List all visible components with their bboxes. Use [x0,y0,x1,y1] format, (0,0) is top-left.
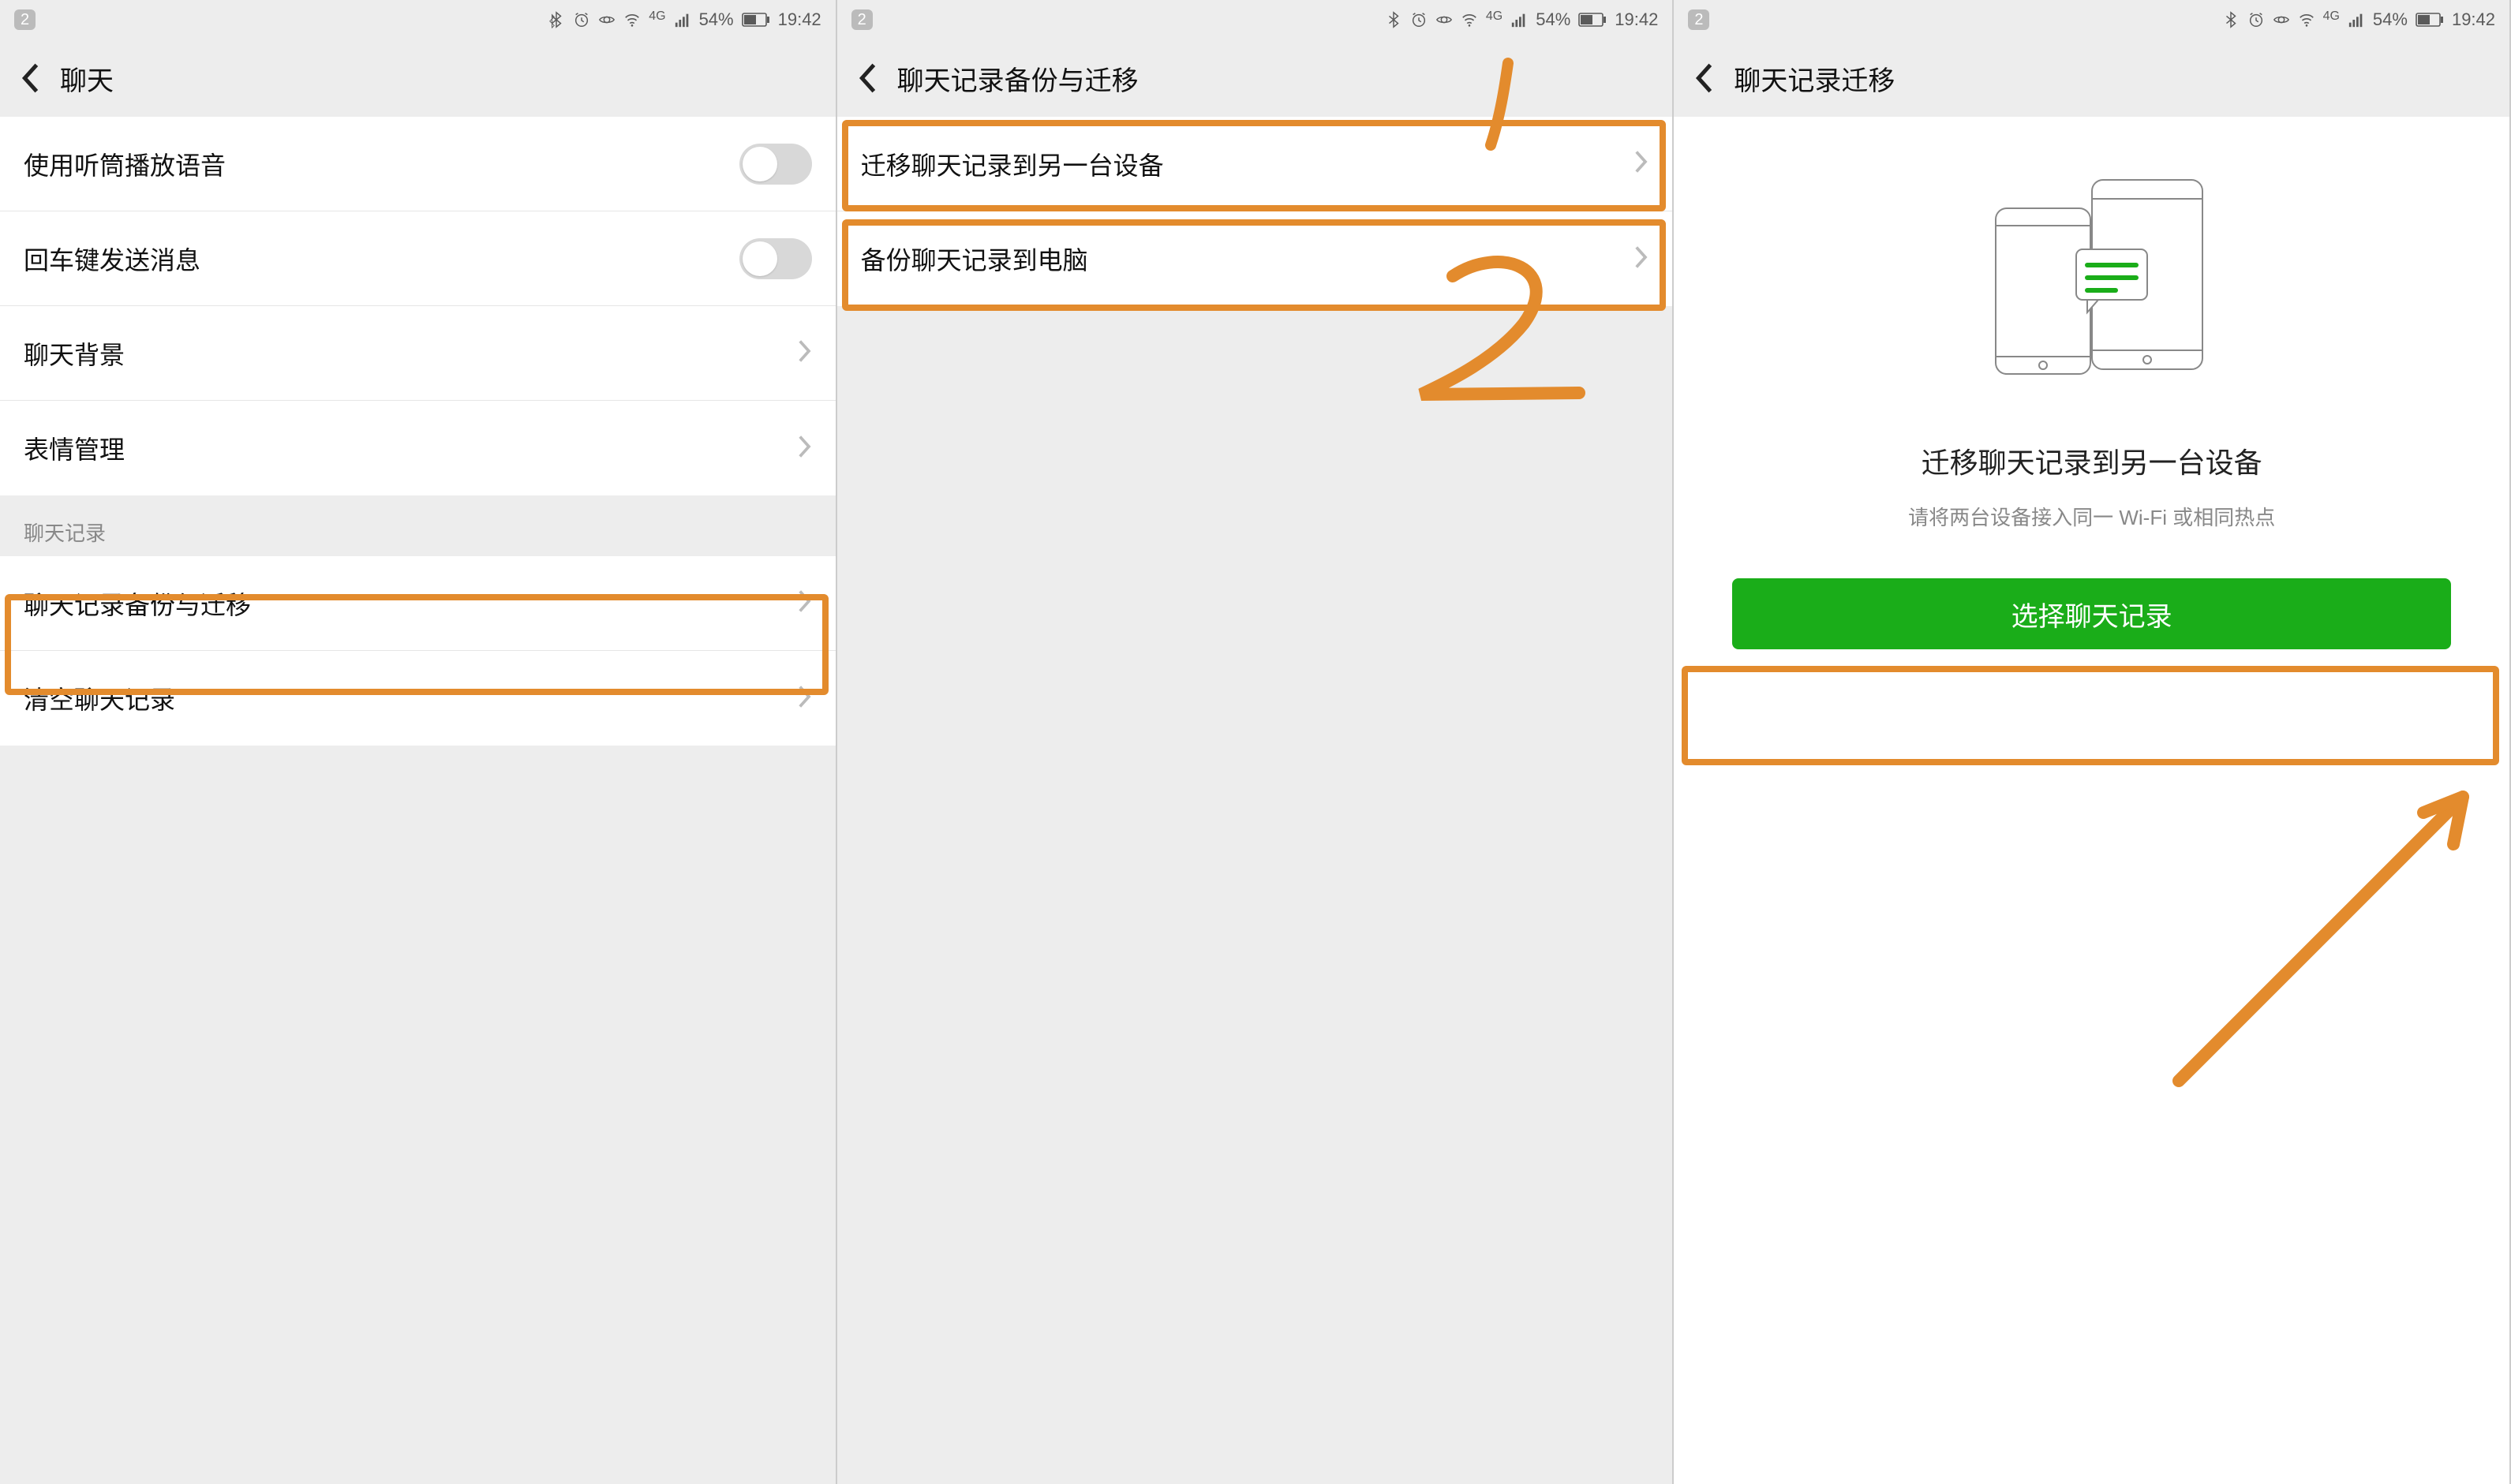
bluetooth-icon [548,11,565,28]
wifi-icon [623,11,641,28]
notification-count-badge: 2 [14,9,36,30]
back-button[interactable] [851,62,883,94]
two-phones-illustration-icon [1958,164,2226,385]
chevron-right-icon [798,589,812,617]
cell-label: 聊天记录备份与迁移 [24,585,251,622]
network-type-label: 4G [1486,9,1502,24]
status-bar: 2 4G 54% 19:42 [837,0,1673,39]
screen-chat-settings: 2 4G 54% 19:42 聊天 使用听筒播放语音 回车键发送消息 [0,0,837,1484]
toggle-switch[interactable] [739,238,812,279]
signal-icon [674,11,691,28]
chevron-right-icon [798,435,812,462]
back-button[interactable] [1688,62,1720,94]
signal-icon [1510,11,1528,28]
chevron-right-icon [798,685,812,712]
network-type-label: 4G [649,9,665,24]
network-type-label: 4G [2323,9,2340,24]
page-title: 聊天记录备份与迁移 [897,59,1139,98]
clock-time: 19:42 [778,9,821,30]
alarm-icon [2247,11,2265,28]
alarm-icon [573,11,590,28]
status-bar: 2 4G 54% 19:42 [1674,0,2509,39]
battery-percent: 54% [699,9,734,30]
chevron-right-icon [1634,245,1648,273]
cell-label: 使用听筒播放语音 [24,146,226,182]
nav-bar: 聊天记录迁移 [1674,39,2509,117]
migrate-subtext: 请将两台设备接入同一 Wi-Fi 或相同热点 [1908,502,2275,531]
settings-group-2: 聊天记录备份与迁移 清空聊天记录 [0,556,836,746]
battery-icon [742,12,770,28]
chevron-left-icon [1693,62,1714,94]
cell-label: 表情管理 [24,430,125,466]
setting-backup-migrate[interactable]: 聊天记录备份与迁移 [0,556,836,651]
cell-label: 聊天背景 [24,335,125,372]
cell-label: 迁移聊天记录到另一台设备 [861,146,1164,182]
status-bar: 2 4G 54% 19:42 [0,0,836,39]
alarm-icon [1410,11,1428,28]
cell-label: 回车键发送消息 [24,241,200,277]
setting-clear-history[interactable]: 清空聊天记录 [0,651,836,746]
setting-enter-send[interactable]: 回车键发送消息 [0,211,836,306]
battery-percent: 54% [2373,9,2408,30]
settings-group-1: 使用听筒播放语音 回车键发送消息 聊天背景 表情管理 [0,117,836,495]
nav-bar: 聊天 [0,39,836,117]
options-group: 迁移聊天记录到另一台设备 备份聊天记录到电脑 [837,117,1673,306]
signal-icon [2348,11,2365,28]
eye-protect-icon [2273,11,2290,28]
migrate-heading: 迁移聊天记录到另一台设备 [1922,440,2262,481]
eye-protect-icon [598,11,616,28]
chevron-right-icon [1634,150,1648,178]
battery-icon [2416,12,2444,28]
battery-icon [1578,12,1607,28]
battery-percent: 54% [1536,9,1570,30]
notification-count-badge: 2 [1688,9,1709,30]
wifi-icon [1461,11,1478,28]
clock-time: 19:42 [1615,9,1658,30]
chevron-right-icon [798,339,812,367]
chevron-left-icon [20,62,40,94]
page-title: 聊天 [60,59,114,98]
setting-earpiece-playback[interactable]: 使用听筒播放语音 [0,117,836,211]
toggle-switch[interactable] [739,144,812,185]
nav-bar: 聊天记录备份与迁移 [837,39,1673,117]
cell-label: 备份聊天记录到电脑 [861,241,1088,277]
setting-sticker-management[interactable]: 表情管理 [0,401,836,495]
option-backup-to-pc[interactable]: 备份聊天记录到电脑 [837,211,1673,306]
back-button[interactable] [14,62,46,94]
option-migrate-to-device[interactable]: 迁移聊天记录到另一台设备 [837,117,1673,211]
page-title: 聊天记录迁移 [1734,59,1895,98]
screen-backup-migrate: 2 4G 54% 19:42 聊天记录备份与迁移 迁移聊天记录到另一台设备 备份… [837,0,1675,1484]
notification-count-badge: 2 [851,9,873,30]
bluetooth-icon [1385,11,1402,28]
eye-protect-icon [1435,11,1453,28]
setting-chat-background[interactable]: 聊天背景 [0,306,836,401]
wifi-icon [2298,11,2315,28]
select-chat-history-button[interactable]: 选择聊天记录 [1732,578,2450,649]
cell-label: 清空聊天记录 [24,680,175,716]
migrate-content: 迁移聊天记录到另一台设备 请将两台设备接入同一 Wi-Fi 或相同热点 选择聊天… [1674,117,2509,1484]
section-header-chat-history: 聊天记录 [0,495,836,556]
chevron-left-icon [857,62,878,94]
bluetooth-icon [2222,11,2240,28]
screen-migrate: 2 4G 54% 19:42 聊天记录迁移 [1674,0,2511,1484]
clock-time: 19:42 [2452,9,2495,30]
